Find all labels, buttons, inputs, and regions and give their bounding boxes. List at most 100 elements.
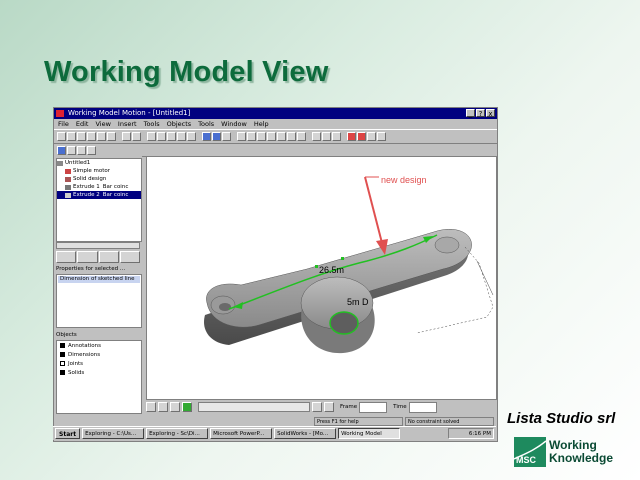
system-clock: 6:16 PM [448, 428, 494, 439]
tree-item-selected[interactable]: Extrude 2 Bar coinc [57, 191, 141, 199]
tab-motion[interactable] [119, 251, 140, 263]
tree-item[interactable]: Extrude 1 Bar coinc [57, 183, 141, 191]
motor-icon [65, 168, 71, 174]
visibility-item[interactable]: Solids [57, 368, 141, 377]
tree-item-label: Simple motor [73, 168, 111, 174]
reset-icon[interactable] [367, 132, 376, 141]
properties-header: Properties for selected ... [56, 266, 126, 272]
checkbox[interactable] [60, 343, 65, 348]
zoom-fit-icon[interactable] [147, 132, 156, 141]
undo-icon[interactable] [122, 132, 131, 141]
record-icon[interactable] [377, 132, 386, 141]
time-field[interactable] [408, 401, 437, 413]
spring-icon[interactable] [297, 132, 306, 141]
measure-icon[interactable] [267, 132, 276, 141]
zoom-area-icon[interactable] [177, 132, 186, 141]
menu-view[interactable]: View [95, 119, 110, 129]
diameter-dimension-label[interactable]: 5m D [347, 297, 369, 307]
toolbar-separator [307, 132, 311, 141]
constraint-icon[interactable] [287, 132, 296, 141]
copy-icon[interactable] [97, 132, 106, 141]
save-icon[interactable] [77, 132, 86, 141]
print-icon[interactable] [77, 145, 86, 155]
taskbar-item[interactable]: Exploring - C:\Us... [82, 428, 145, 439]
menu-edit[interactable]: Edit [76, 119, 89, 129]
part-icon [65, 176, 71, 182]
visibility-item[interactable]: Annotations [57, 341, 141, 350]
feature-tree[interactable]: Untitled1 Simple motor Solid design Extr… [56, 158, 142, 242]
model-viewport[interactable]: new design 26.5m 5m D [146, 156, 497, 400]
spin-icon[interactable] [257, 132, 266, 141]
stop-simulation-icon[interactable] [357, 132, 366, 141]
window-title: Working Model Motion - [Untitled1] [68, 109, 191, 117]
display-icon[interactable] [67, 145, 76, 155]
move-icon[interactable] [247, 132, 256, 141]
menu-bar: File Edit View Insert Tools Objects Tool… [54, 119, 497, 129]
stop-icon[interactable] [170, 402, 180, 412]
rotate-icon[interactable] [167, 132, 176, 141]
windows-taskbar: Start Exploring - C:\Us... Exploring - S… [53, 426, 496, 440]
force-icon[interactable] [322, 132, 331, 141]
checkbox[interactable] [60, 361, 65, 366]
pan-icon[interactable] [187, 132, 196, 141]
menu-insert[interactable]: Insert [118, 119, 137, 129]
paste-icon[interactable] [107, 132, 116, 141]
tree-item[interactable]: Solid design [57, 175, 141, 183]
visibility-item[interactable]: Dimensions [57, 350, 141, 359]
taskbar-item[interactable]: Microsoft PowerP... [210, 428, 273, 439]
wireframe-icon[interactable] [222, 132, 231, 141]
play-icon[interactable] [182, 402, 192, 412]
shaded-view-icon[interactable] [212, 132, 221, 141]
rocker-arm-part[interactable] [204, 229, 472, 354]
visibility-item[interactable]: Joints [57, 359, 141, 368]
frame-field[interactable] [359, 401, 388, 413]
run-simulation-icon[interactable] [347, 132, 356, 141]
step-forward-icon[interactable] [312, 402, 322, 412]
toolbar-separator [232, 132, 236, 141]
minimize-button[interactable]: _ [466, 109, 475, 118]
joint-icon[interactable] [277, 132, 286, 141]
cut-icon[interactable] [87, 132, 96, 141]
taskbar-item[interactable]: SolidWorks - [Mo... [274, 428, 337, 439]
menu-tools-2[interactable]: Tools [198, 119, 214, 129]
checkbox[interactable] [60, 352, 65, 357]
properties-list[interactable]: Dimension of sketched line [56, 274, 142, 328]
menu-help[interactable]: Help [254, 119, 269, 129]
menu-window[interactable]: Window [221, 119, 247, 129]
properties-selected-item[interactable]: Dimension of sketched line [58, 276, 140, 283]
timeline-slider[interactable] [198, 402, 310, 412]
menu-file[interactable]: File [58, 119, 69, 129]
view-orientation-icon[interactable] [202, 132, 211, 141]
tree-root[interactable]: Untitled1 [57, 159, 141, 167]
menu-tools[interactable]: Tools [144, 119, 160, 129]
help-icon[interactable] [87, 145, 96, 155]
tab-parts[interactable] [77, 251, 98, 263]
tree-scrollbar[interactable] [56, 242, 140, 249]
redo-icon[interactable] [132, 132, 141, 141]
torque-icon[interactable] [332, 132, 341, 141]
help-button[interactable]: ? [476, 109, 485, 118]
step-back-icon[interactable] [158, 402, 168, 412]
length-dimension-label[interactable]: 26.5m [319, 265, 344, 275]
taskbar-item-active[interactable]: Working Model [338, 428, 401, 439]
tab-joints[interactable] [98, 251, 119, 263]
taskbar-item[interactable]: Exploring - Sc\Di... [146, 428, 209, 439]
open-folder-icon[interactable] [67, 132, 76, 141]
new-file-icon[interactable] [57, 132, 66, 141]
tree-root-label: Untitled1 [65, 160, 91, 166]
motor-icon[interactable] [312, 132, 321, 141]
tab-tree[interactable] [56, 251, 77, 263]
close-button[interactable]: x [486, 109, 495, 118]
model-icon[interactable] [57, 145, 66, 155]
start-button[interactable]: Start [55, 428, 81, 439]
zoom-in-icon[interactable] [157, 132, 166, 141]
menu-objects[interactable]: Objects [167, 119, 192, 129]
pane-tabs [56, 251, 140, 263]
app-window: Working Model Motion - [Untitled1] _ ? x… [53, 107, 498, 442]
rewind-start-icon[interactable] [146, 402, 156, 412]
fast-forward-icon[interactable] [324, 402, 334, 412]
tree-item[interactable]: Simple motor [57, 167, 141, 175]
select-arrow-icon[interactable] [237, 132, 246, 141]
window-titlebar[interactable]: Working Model Motion - [Untitled1] _ ? x [54, 108, 497, 119]
checkbox[interactable] [60, 370, 65, 375]
